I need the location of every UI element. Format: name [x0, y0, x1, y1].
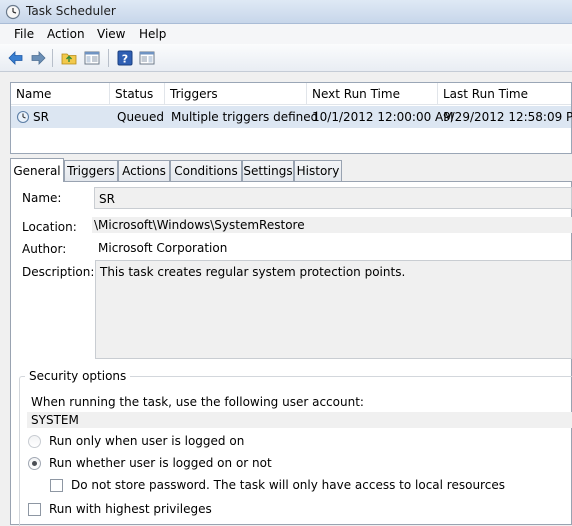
- task-list: Name Status Triggers Next Run Time Last …: [10, 82, 572, 154]
- menu-bar: File Action View Help: [0, 24, 572, 44]
- account-value: SYSTEM: [27, 412, 572, 428]
- menu-help[interactable]: Help: [137, 26, 168, 42]
- tab-history[interactable]: History: [294, 160, 342, 182]
- column-header-name[interactable]: Name: [11, 83, 110, 105]
- location-label: Location:: [22, 220, 77, 234]
- task-next-run: 10/1/2012 12:00:00 AM: [312, 110, 454, 124]
- task-name: SR: [33, 110, 49, 124]
- folder-up-icon[interactable]: [60, 49, 78, 67]
- location-value: \Microsoft\Windows\SystemRestore: [92, 217, 572, 233]
- task-list-header: Name Status Triggers Next Run Time Last …: [11, 83, 571, 105]
- toolbar-separator: [52, 49, 53, 67]
- task-triggers: Multiple triggers defined: [171, 110, 319, 124]
- task-status: Queued: [117, 110, 165, 124]
- help-icon[interactable]: ?: [116, 49, 134, 67]
- menu-action[interactable]: Action: [45, 26, 87, 42]
- column-header-last-run[interactable]: Last Run Time: [438, 83, 572, 105]
- column-header-triggers[interactable]: Triggers: [165, 83, 307, 105]
- toolbar-separator: [108, 49, 109, 67]
- task-last-run: 9/29/2012 12:58:09 PM: [443, 110, 572, 124]
- tab-general[interactable]: General: [10, 158, 64, 182]
- console-tree-icon[interactable]: [83, 49, 101, 67]
- title-bar: Task Scheduler: [0, 0, 572, 24]
- name-label: Name:: [22, 191, 62, 205]
- clock-icon: [5, 4, 21, 20]
- option-logged-on-label: Run only when user is logged on: [49, 434, 245, 448]
- tab-settings[interactable]: Settings: [242, 160, 294, 182]
- radio-whether-logged-on[interactable]: [28, 457, 41, 470]
- tab-actions[interactable]: Actions: [118, 160, 170, 182]
- column-header-status[interactable]: Status: [110, 83, 165, 105]
- tab-conditions[interactable]: Conditions: [170, 160, 242, 182]
- description-label: Description:: [22, 265, 95, 279]
- back-arrow-icon[interactable]: [7, 49, 25, 67]
- menu-view[interactable]: View: [95, 26, 127, 42]
- column-header-next-run[interactable]: Next Run Time: [307, 83, 438, 105]
- checkbox-no-store-password[interactable]: [50, 479, 63, 492]
- description-field[interactable]: This task creates regular system protect…: [95, 260, 572, 359]
- radio-logged-on[interactable]: [28, 435, 41, 448]
- option-whether-logged-on-label: Run whether user is logged on or not: [49, 456, 272, 470]
- name-field[interactable]: SR: [94, 187, 572, 209]
- checkbox-highest-privileges[interactable]: [28, 503, 41, 516]
- toolbar: ?: [0, 44, 572, 72]
- option-highest-privileges-label: Run with highest privileges: [49, 502, 212, 516]
- tab-triggers[interactable]: Triggers: [64, 160, 118, 182]
- action-pane-icon[interactable]: [138, 49, 156, 67]
- security-options-title: Security options: [25, 369, 131, 383]
- account-prompt: When running the task, use the following…: [31, 395, 364, 409]
- svg-text:?: ?: [122, 53, 128, 66]
- author-value: Microsoft Corporation: [98, 241, 228, 255]
- table-row[interactable]: SR Queued Multiple triggers defined 10/1…: [11, 106, 572, 128]
- option-no-store-password-label: Do not store password. The task will onl…: [71, 478, 505, 492]
- menu-file[interactable]: File: [12, 26, 36, 42]
- forward-arrow-icon[interactable]: [29, 49, 47, 67]
- window-title: Task Scheduler: [26, 4, 116, 18]
- author-label: Author:: [22, 242, 67, 256]
